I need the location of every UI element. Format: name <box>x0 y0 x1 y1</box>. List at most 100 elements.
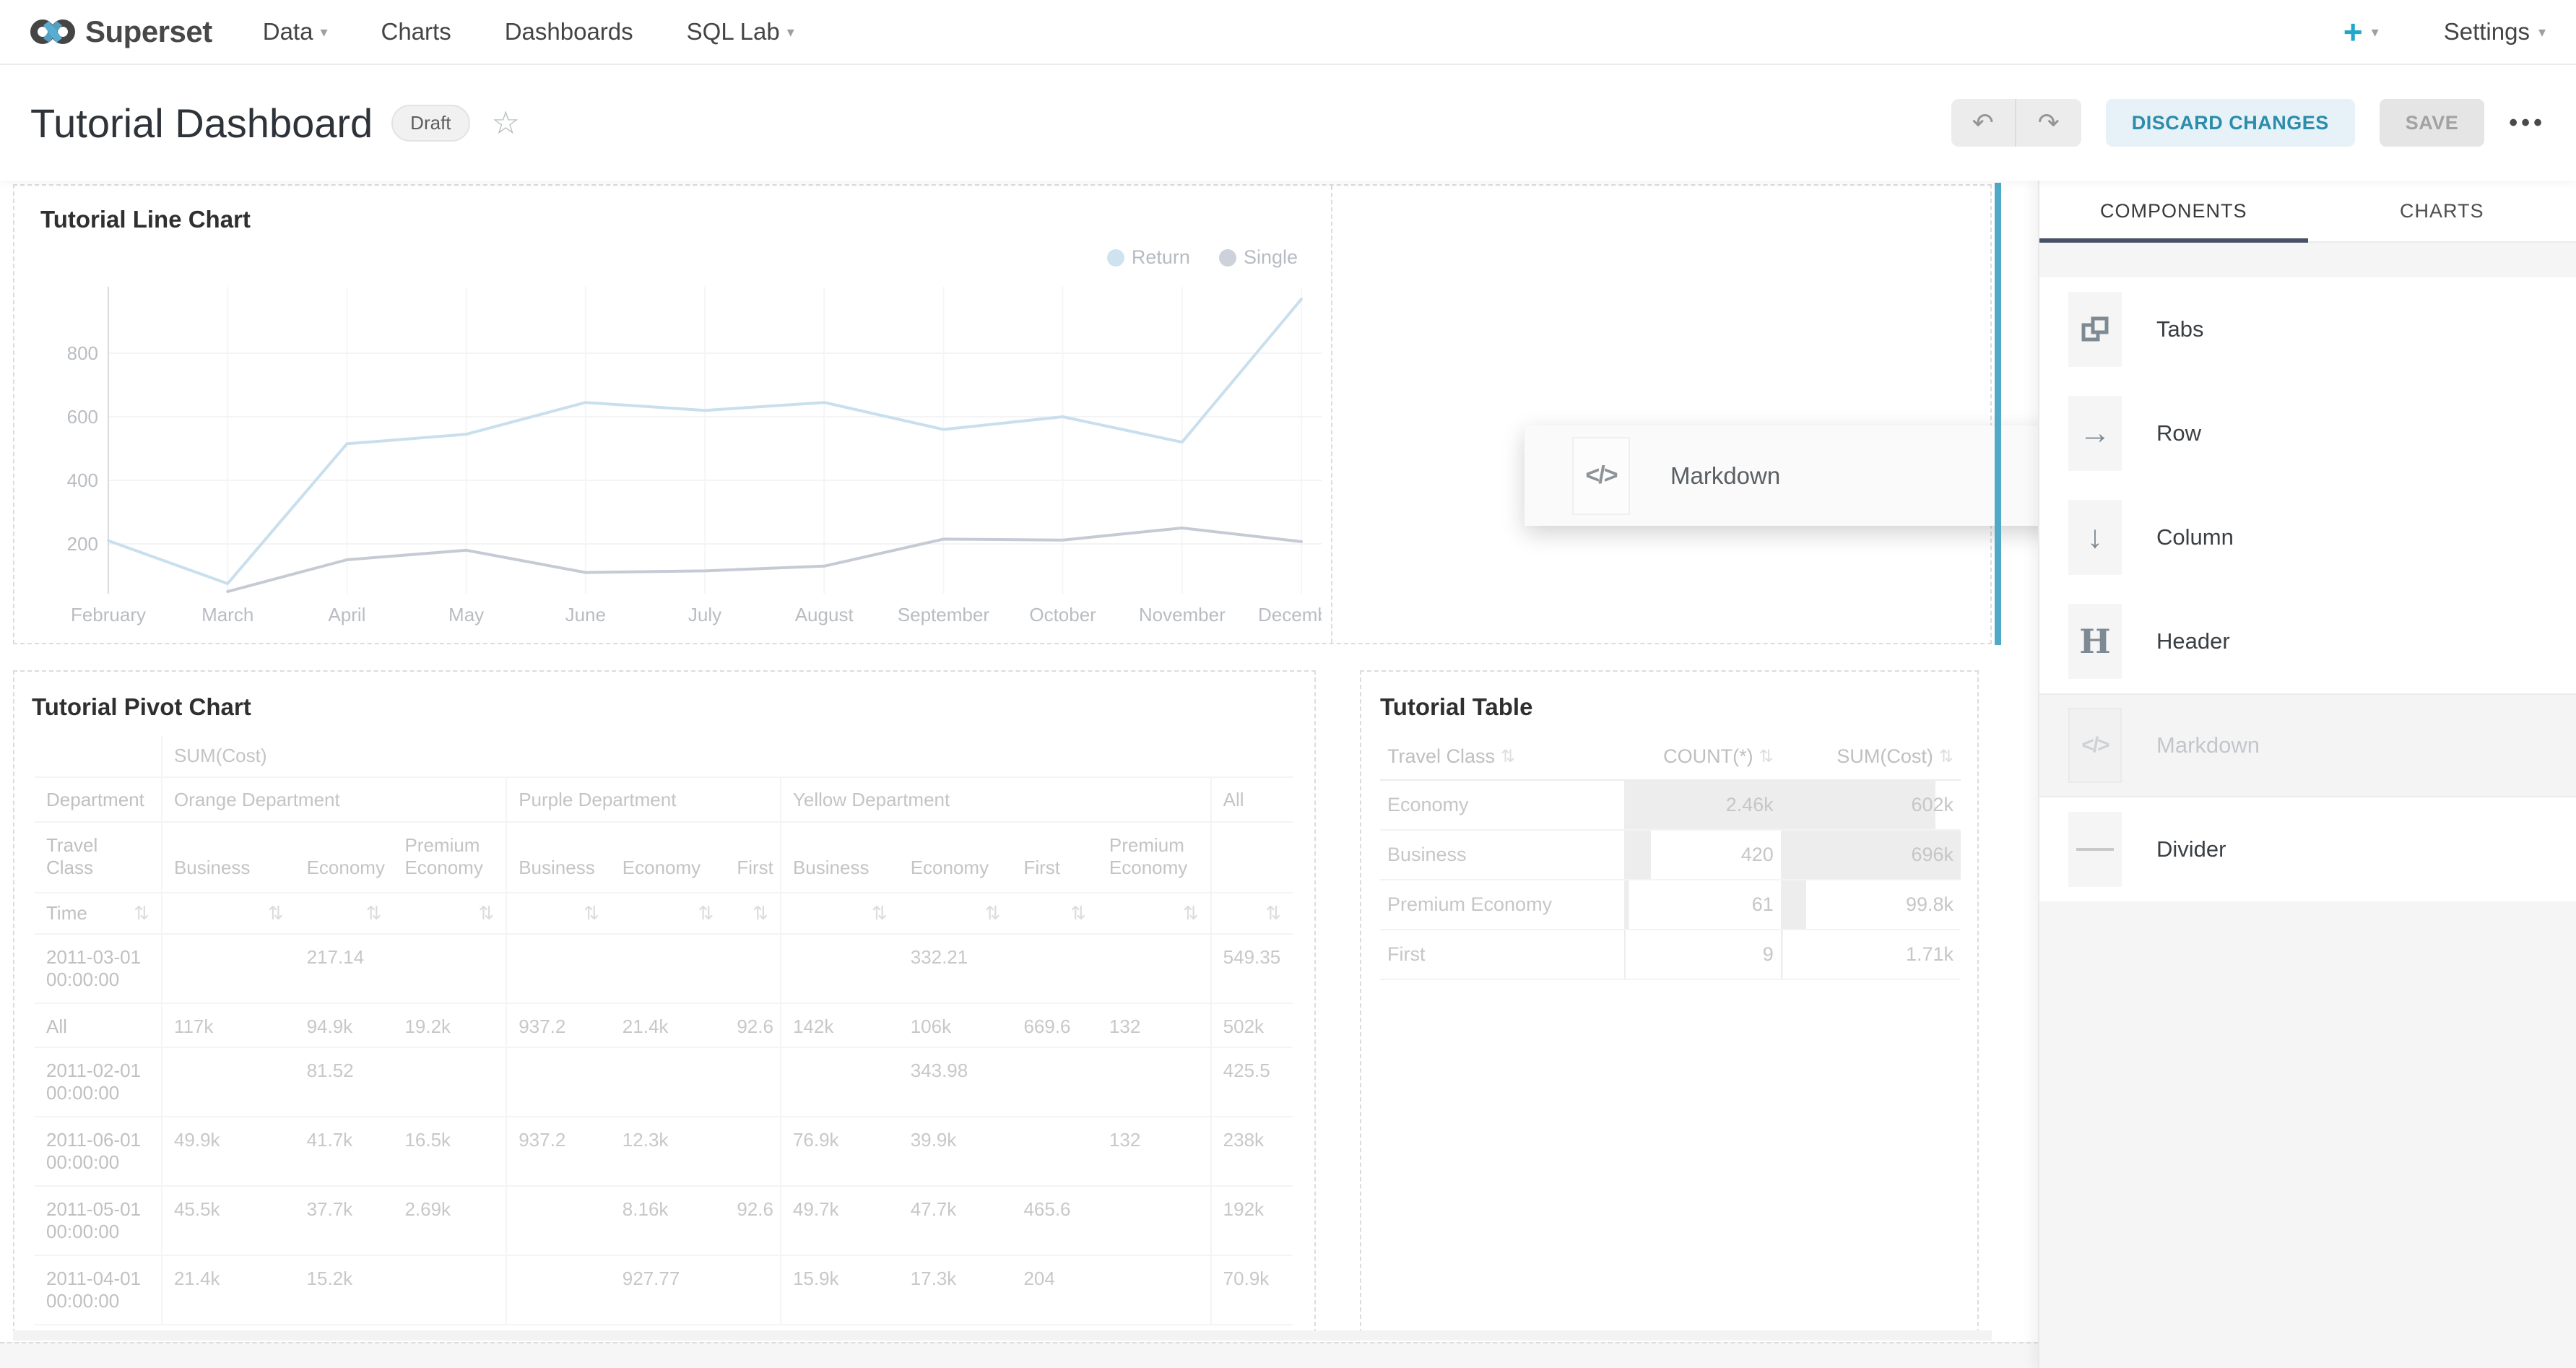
pivot-sort-cell[interactable]: ⇅ <box>1211 893 1293 934</box>
builder-sidebar: COMPONENTSCHARTS Tabs→Row↓ColumnHHeader<… <box>2038 181 2576 1368</box>
sort-icon[interactable]: ⇅ <box>584 902 599 925</box>
column-header-sum-cost-[interactable]: SUM(Cost) ⇅ <box>1781 734 1961 780</box>
pivot-cell: 81.52 <box>295 1047 394 1117</box>
legend-dot <box>1219 249 1236 267</box>
table-chart-card[interactable]: Tutorial Table Travel Class ⇅COUNT(*) ⇅S… <box>1360 670 1979 1341</box>
svg-text:June: June <box>565 604 606 625</box>
cell-travel-class: Economy <box>1380 780 1624 830</box>
svg-text:September: September <box>898 604 990 625</box>
empty-drop-zone <box>13 1330 1992 1341</box>
pivot-column-header[interactable]: Business <box>162 822 295 893</box>
cell-sum: 1.71k <box>1781 930 1961 979</box>
pivot-sort-cell[interactable]: ⇅ <box>295 893 394 934</box>
pivot-sort-cell[interactable]: ⇅ <box>611 893 726 934</box>
pivot-group-header: Purple Department <box>506 777 781 822</box>
pivot-column-header[interactable]: Premium Economy <box>1098 822 1211 893</box>
sort-icon[interactable]: ⇅ <box>1939 746 1953 767</box>
save-button[interactable]: SAVE <box>2380 99 2485 147</box>
nav-item-charts[interactable]: Charts <box>381 18 451 46</box>
redo-button[interactable]: ↷ <box>2016 99 2081 147</box>
sort-icon[interactable]: ⇅ <box>1070 902 1086 925</box>
pivot-column-header[interactable]: Business <box>781 822 899 893</box>
sort-icon[interactable]: ⇅ <box>1759 746 1774 767</box>
nav-item-dashboards[interactable]: Dashboards <box>505 18 633 46</box>
pivot-row-header: 2011-03-01 00:00:00 <box>35 934 162 1003</box>
pivot-cell <box>725 1047 781 1117</box>
pivot-sort-cell[interactable]: ⇅ <box>162 893 295 934</box>
header-icon: H <box>2068 604 2122 679</box>
sort-icon[interactable]: ⇅ <box>985 902 1001 925</box>
column-header-travel-class[interactable]: Travel Class ⇅ <box>1380 734 1624 780</box>
column-header-count-[interactable]: COUNT(*) ⇅ <box>1624 734 1781 780</box>
sort-icon[interactable]: ⇅ <box>1501 746 1515 767</box>
pivot-row-header: 2011-04-01 00:00:00 <box>35 1255 162 1325</box>
tab-components[interactable]: COMPONENTS <box>2039 181 2308 241</box>
pivot-chart-card[interactable]: Tutorial Pivot Chart SUM(Cost)Department… <box>13 670 1316 1341</box>
superset-logo[interactable]: Superset <box>30 14 212 49</box>
pivot-cell: 17.3k <box>899 1255 1012 1325</box>
page-title[interactable]: Tutorial Dashboard <box>30 100 373 147</box>
pivot-column-header[interactable]: Economy <box>611 822 726 893</box>
nav-item-data[interactable]: Data▾ <box>263 18 328 46</box>
pivot-time-label[interactable]: Time ⇅ <box>35 893 162 934</box>
settings-menu[interactable]: Settings ▾ <box>2444 18 2546 46</box>
sidebar-item-header[interactable]: HHeader <box>2039 589 2576 693</box>
sidebar-item-tabs[interactable]: Tabs <box>2039 277 2576 381</box>
pivot-sort-cell[interactable]: ⇅ <box>725 893 781 934</box>
pivot-sort-cell[interactable]: ⇅ <box>506 893 611 934</box>
sort-icon[interactable]: ⇅ <box>1265 902 1281 925</box>
cell-count: 420 <box>1624 830 1781 880</box>
pivot-cell <box>162 1047 295 1117</box>
pivot-row-header: All <box>35 1003 162 1047</box>
table-header: Travel Class ⇅COUNT(*) ⇅SUM(Cost) ⇅ <box>1380 734 1961 780</box>
line-chart-card[interactable]: Tutorial Line Chart ReturnSingle 2004006… <box>14 186 1332 643</box>
more-options-button[interactable]: ••• <box>2509 109 2546 137</box>
undo-icon: ↶ <box>1972 108 1994 138</box>
pivot-cell: 142k <box>781 1003 899 1047</box>
pivot-column-header[interactable]: Economy <box>899 822 1012 893</box>
sort-icon[interactable]: ⇅ <box>268 902 284 925</box>
pivot-sort-cell[interactable]: ⇅ <box>393 893 506 934</box>
table-row: First91.71k <box>1380 930 1961 979</box>
sidebar-item-markdown[interactable]: </>Markdown <box>2039 693 2576 797</box>
nav-right: + ▾ Settings ▾ <box>2343 15 2546 48</box>
sort-icon[interactable]: ⇅ <box>1183 902 1199 925</box>
drag-ghost-markdown[interactable]: </> Markdown <box>1525 425 2062 526</box>
pivot-cell: 204 <box>1012 1255 1097 1325</box>
pivot-sort-cell[interactable]: ⇅ <box>781 893 899 934</box>
sort-icon[interactable]: ⇅ <box>366 902 382 925</box>
pivot-cell: 39.9k <box>899 1117 1012 1186</box>
nav-item-sql-lab[interactable]: SQL Lab▾ <box>687 18 794 46</box>
table-row: 2011-06-01 00:00:0049.9k41.7k16.5k937.21… <box>35 1117 1293 1186</box>
undo-button[interactable]: ↶ <box>1951 99 2016 147</box>
sort-icon[interactable]: ⇅ <box>134 902 149 925</box>
svg-text:August: August <box>795 604 854 625</box>
discard-changes-button[interactable]: DISCARD CHANGES <box>2106 99 2355 147</box>
new-item-button[interactable]: + ▾ <box>2343 15 2379 48</box>
sort-icon[interactable]: ⇅ <box>872 902 888 925</box>
pivot-column-header[interactable]: First <box>1012 822 1097 893</box>
pivot-column-header[interactable] <box>1211 822 1293 893</box>
pivot-cell: 49.7k <box>781 1186 899 1255</box>
sort-icon[interactable]: ⇅ <box>698 902 714 925</box>
pivot-column-header[interactable]: Economy <box>295 822 394 893</box>
pivot-column-header[interactable]: Business <box>506 822 611 893</box>
sidebar-item-column[interactable]: ↓Column <box>2039 485 2576 589</box>
favorite-star-icon[interactable]: ☆ <box>492 105 520 142</box>
pivot-sort-cell[interactable]: ⇅ <box>899 893 1012 934</box>
tab-charts[interactable]: CHARTS <box>2308 181 2576 241</box>
pivot-column-header[interactable]: Premium Economy <box>393 822 506 893</box>
pivot-column-header[interactable]: First <box>725 822 781 893</box>
pivot-cell: 21.4k <box>162 1255 295 1325</box>
dashboard-row-1[interactable]: Tutorial Line Chart ReturnSingle 2004006… <box>13 184 1992 644</box>
infinity-logo-icon <box>30 16 75 48</box>
sort-icon[interactable]: ⇅ <box>753 902 768 925</box>
divider-icon <box>2068 812 2122 887</box>
sidebar-item-row[interactable]: →Row <box>2039 381 2576 485</box>
undo-redo-group: ↶ ↷ <box>1951 99 2081 147</box>
sort-icon[interactable]: ⇅ <box>478 902 494 925</box>
drag-ghost-label: Markdown <box>1670 462 1780 490</box>
sidebar-item-divider[interactable]: Divider <box>2039 797 2576 901</box>
pivot-sort-cell[interactable]: ⇅ <box>1012 893 1097 934</box>
pivot-sort-cell[interactable]: ⇅ <box>1098 893 1211 934</box>
